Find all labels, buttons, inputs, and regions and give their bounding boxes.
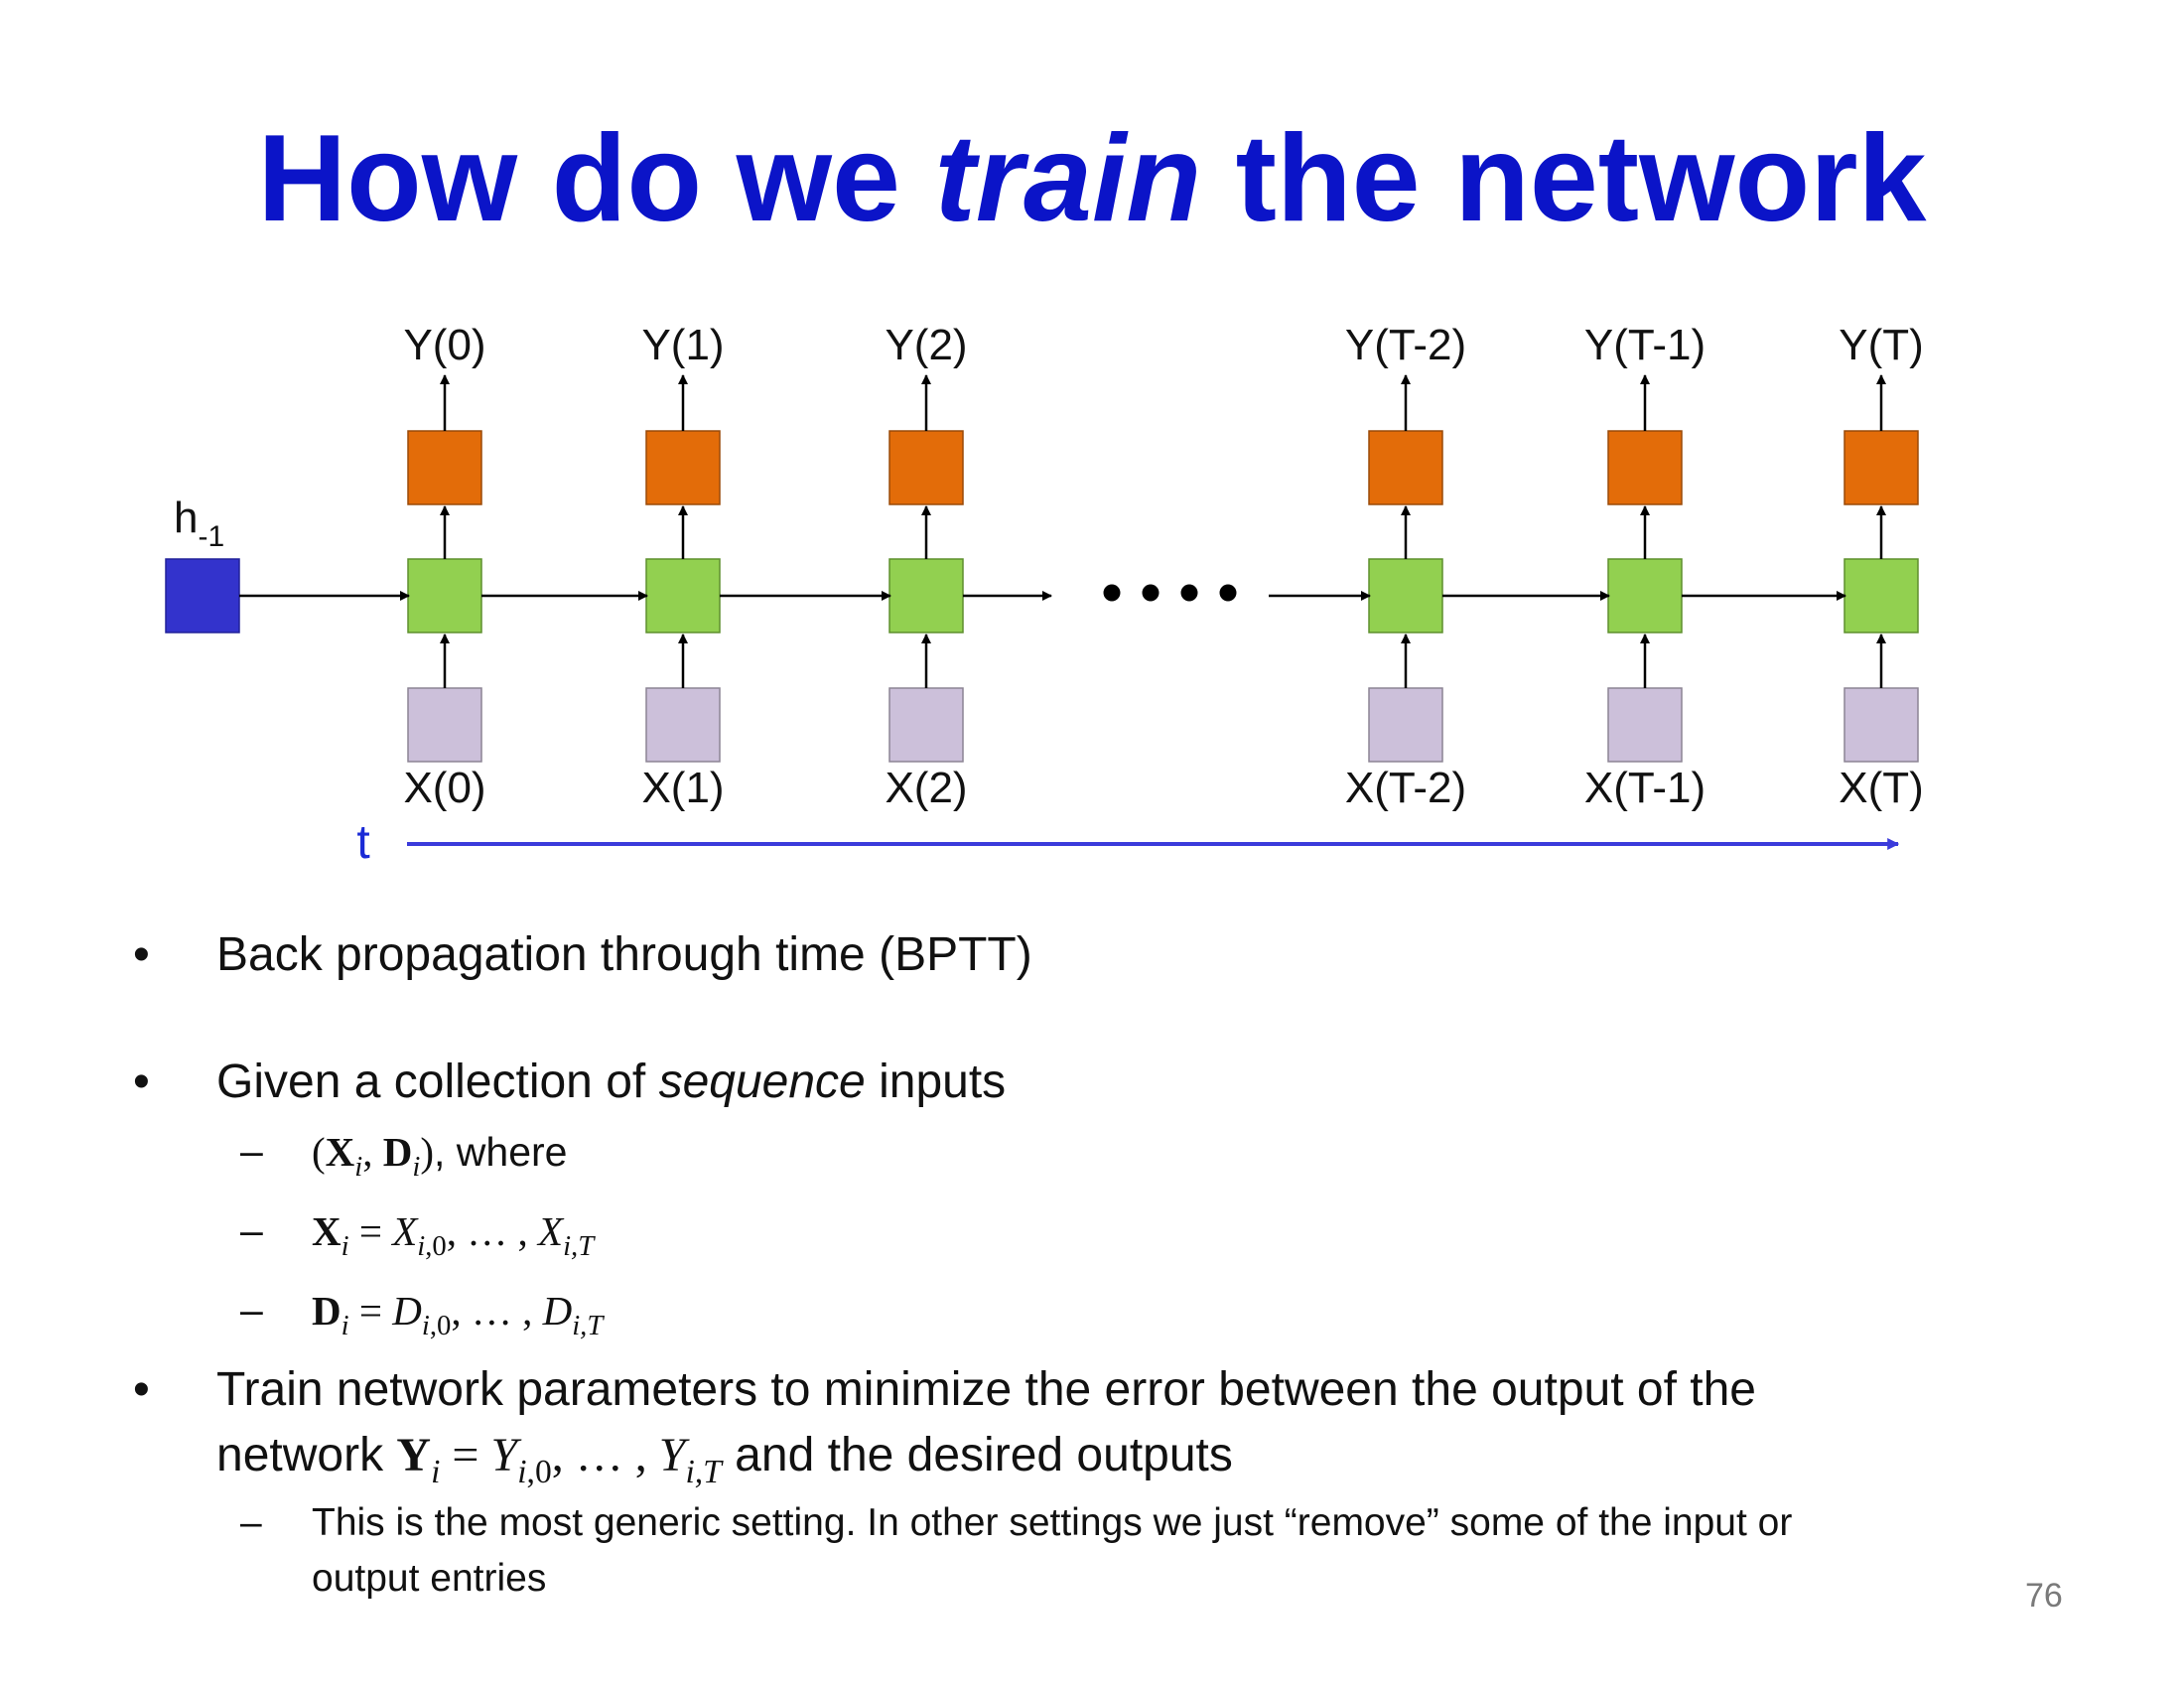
bullet-sequence-inputs: • Given a collection of sequence inputs [133, 1055, 1007, 1109]
bullet-sequence-pre: Given a collection of [216, 1055, 659, 1108]
initial-state-box [165, 558, 240, 633]
output-label: Y(T-1) [1584, 321, 1706, 369]
bullet-dot: • [133, 928, 150, 981]
output-label: Y(T) [1839, 321, 1924, 369]
sub-dash: – [240, 1128, 263, 1174]
output-label: Y(0) [403, 321, 485, 369]
page-number: 76 [2025, 1577, 2063, 1615]
hidden-state-box [645, 558, 721, 633]
sub-dash: – [240, 1207, 263, 1253]
ellipsis-dot [1219, 584, 1237, 602]
input-label: X(T-2) [1345, 764, 1466, 812]
math-pair: (Xi, Di) [312, 1129, 434, 1184]
bullet-train-params: • Train network parameters to minimize t… [133, 1362, 1756, 1417]
sub-d-definition: – Di = Di,0, … , Di,T [240, 1287, 604, 1342]
ellipsis-dot [1103, 584, 1121, 602]
sub-x-definition: – Xi = Xi,0, … , Xi,T [240, 1207, 595, 1263]
input-label: X(2) [885, 764, 967, 812]
bullet-bptt-text: Back propagation through time (BPTT) [216, 928, 1032, 981]
bullet-bptt: • Back propagation through time (BPTT) [133, 927, 1032, 982]
output-label: Y(2) [885, 321, 967, 369]
input-box [1607, 687, 1683, 763]
sub-generic-line2: output entries [312, 1557, 547, 1600]
bullet-dot: • [133, 1055, 150, 1108]
sub-generic-setting-line2: output entries [312, 1557, 546, 1601]
input-label: X(T-1) [1584, 764, 1706, 812]
initial-state-label: h-1 [174, 493, 224, 553]
output-layer-box [407, 430, 482, 505]
bullet-sequence-emph: sequence [658, 1055, 866, 1108]
hidden-state-box [1368, 558, 1443, 633]
bullet-dot: • [133, 1363, 150, 1416]
input-label: X(T) [1839, 764, 1924, 812]
hidden-state-box [407, 558, 482, 633]
output-label: Y(1) [641, 321, 724, 369]
sub-pair-suffix: , where [434, 1129, 568, 1175]
bullet-train-line2-pre: network [216, 1429, 397, 1481]
hidden-state-box [1607, 558, 1683, 633]
math-y-sequence: Yi = Yi,0, … , Yi,T [396, 1429, 722, 1490]
sub-generic-setting: – This is the most generic setting. In o… [240, 1501, 1793, 1545]
output-layer-box [645, 430, 721, 505]
output-label: Y(T-2) [1345, 321, 1466, 369]
input-box [1368, 687, 1443, 763]
bullet-train-line1: Train network parameters to minimize the… [216, 1363, 1756, 1416]
time-axis-label: t [356, 816, 369, 869]
input-box [1843, 687, 1919, 763]
output-layer-box [1368, 430, 1443, 505]
hidden-state-box [1843, 558, 1919, 633]
input-box [888, 687, 964, 763]
output-layer-box [888, 430, 964, 505]
output-layer-box [1607, 430, 1683, 505]
output-layer-box [1843, 430, 1919, 505]
bullet-train-line2-post: and the desired outputs [721, 1429, 1233, 1481]
hidden-state-box [888, 558, 964, 633]
sub-dash: – [240, 1287, 263, 1333]
sub-generic-line1: This is the most generic setting. In oth… [312, 1501, 1793, 1544]
input-box [407, 687, 482, 763]
ellipsis-dot [1142, 584, 1160, 602]
bullet-train-line2: network Yi = Yi,0, … , Yi,T and the desi… [216, 1428, 1233, 1490]
sub-pair-definition: – (Xi, Di), where [240, 1128, 568, 1184]
input-label: X(0) [403, 764, 485, 812]
ellipsis-dot [1180, 584, 1198, 602]
input-box [645, 687, 721, 763]
math-d-sequence: Di = Di,0, … , Di,T [312, 1288, 604, 1342]
bullet-sequence-post: inputs [865, 1055, 1007, 1108]
sub-dash: – [240, 1501, 262, 1544]
rnn-unrolled-diagram: h-1 Y(0) X(0) Y(1) X(1) Y(2) X(2) Y(T-2) X(T-2) Y… [165, 321, 1924, 869]
math-x-sequence: Xi = Xi,0, … , Xi,T [312, 1208, 595, 1263]
input-label: X(1) [641, 764, 724, 812]
